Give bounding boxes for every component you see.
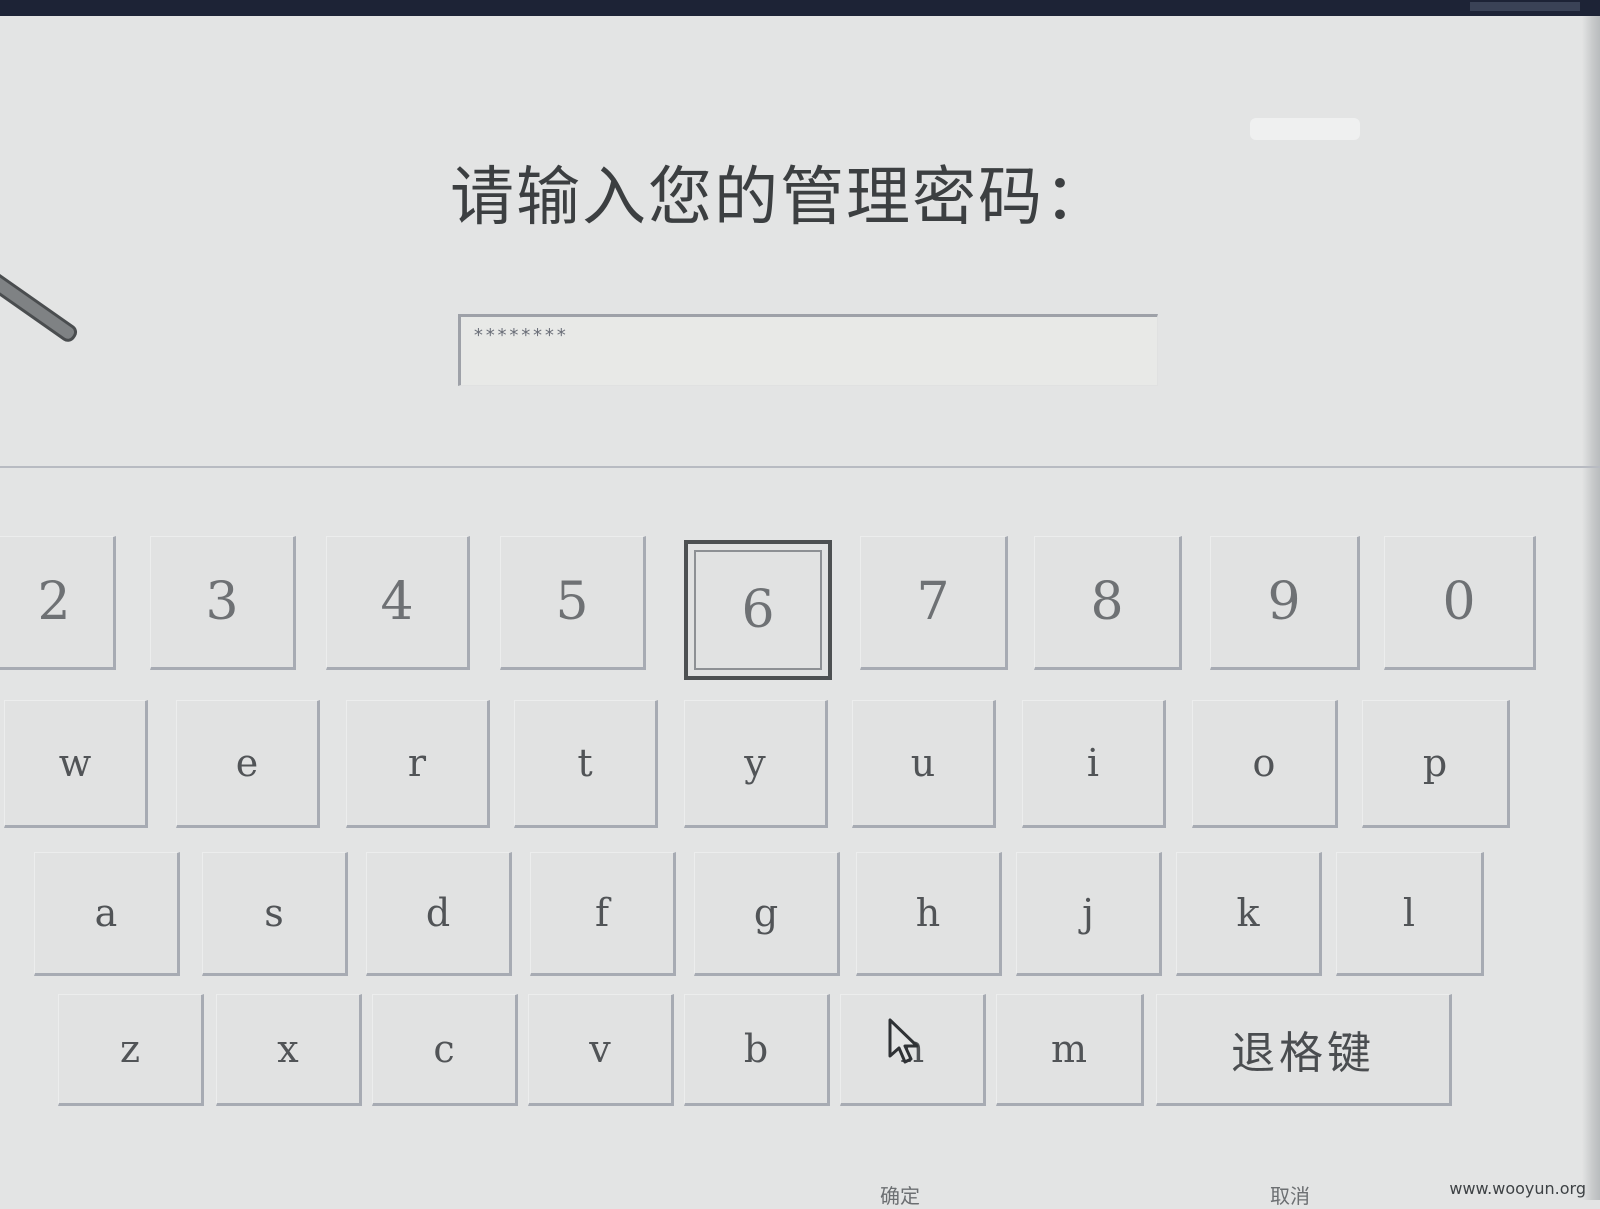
key-e[interactable]: e — [176, 700, 320, 828]
key-0[interactable]: 0 — [1384, 536, 1536, 670]
key-s[interactable]: s — [202, 852, 348, 976]
key-o[interactable]: o — [1192, 700, 1338, 828]
key-k[interactable]: k — [1176, 852, 1322, 976]
key-w[interactable]: w — [4, 700, 148, 828]
key-y[interactable]: y — [684, 700, 828, 828]
key-z[interactable]: z — [58, 994, 204, 1106]
key-5[interactable]: 5 — [500, 536, 646, 670]
key-m[interactable]: m — [996, 994, 1144, 1106]
key-d[interactable]: d — [366, 852, 512, 976]
on-screen-keyboard: 2 3 4 5 6 7 8 9 0 w e r t y u i o p a s … — [0, 0, 1600, 1200]
key-x[interactable]: x — [216, 994, 362, 1106]
key-u[interactable]: u — [852, 700, 996, 828]
key-c[interactable]: c — [372, 994, 518, 1106]
key-a[interactable]: a — [34, 852, 180, 976]
key-b[interactable]: b — [684, 994, 830, 1106]
mouse-cursor-icon — [888, 1018, 919, 1064]
key-7[interactable]: 7 — [860, 536, 1008, 670]
key-p[interactable]: p — [1362, 700, 1510, 828]
key-j[interactable]: j — [1016, 852, 1162, 976]
key-2[interactable]: 2 — [0, 536, 116, 670]
cancel-button[interactable]: 取消 — [1270, 1180, 1310, 1209]
key-8[interactable]: 8 — [1034, 536, 1182, 670]
watermark: www.wooyun.org — [1449, 1179, 1586, 1198]
dialog-footer: 确定 取消 — [0, 1180, 1600, 1208]
backspace-key[interactable]: 退格键 — [1156, 994, 1452, 1106]
ok-button[interactable]: 确定 — [880, 1180, 920, 1209]
key-i[interactable]: i — [1022, 700, 1166, 828]
key-4[interactable]: 4 — [326, 536, 470, 670]
key-t[interactable]: t — [514, 700, 658, 828]
key-v[interactable]: v — [528, 994, 674, 1106]
key-3[interactable]: 3 — [150, 536, 296, 670]
key-l[interactable]: l — [1336, 852, 1484, 976]
key-g[interactable]: g — [694, 852, 840, 976]
key-6-selected[interactable]: 6 — [684, 540, 832, 680]
key-f[interactable]: f — [530, 852, 676, 976]
key-r[interactable]: r — [346, 700, 490, 828]
key-9[interactable]: 9 — [1210, 536, 1360, 670]
key-h[interactable]: h — [856, 852, 1002, 976]
